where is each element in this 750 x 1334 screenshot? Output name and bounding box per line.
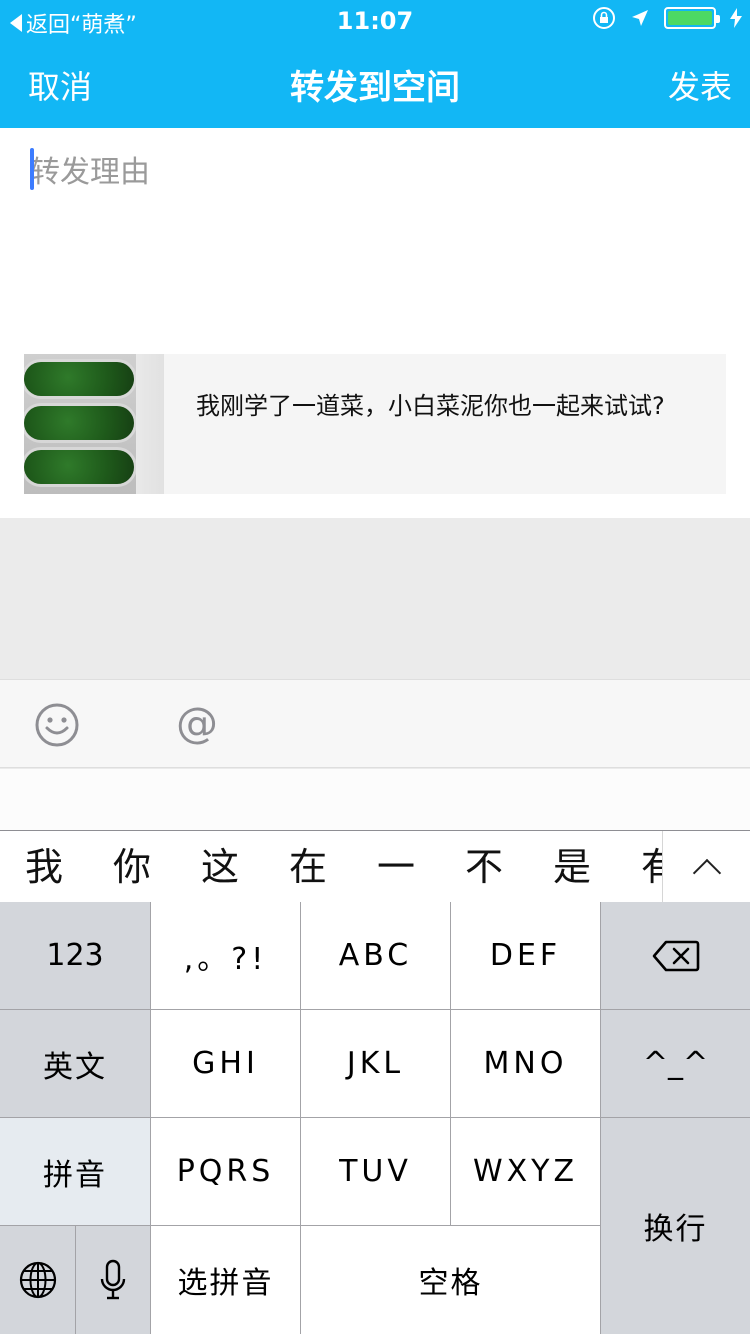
key-select-pinyin[interactable]: 选拼音 bbox=[151, 1226, 300, 1334]
candidate-word[interactable]: 这 bbox=[176, 831, 264, 903]
key-tuv[interactable]: TUV bbox=[301, 1118, 450, 1225]
candidate-word[interactable]: 不 bbox=[440, 831, 528, 903]
key-mno[interactable]: MNO bbox=[451, 1010, 600, 1117]
text-caret bbox=[30, 148, 34, 190]
smiley-icon[interactable] bbox=[34, 702, 80, 748]
key-punctuation[interactable]: ,。?! bbox=[151, 902, 300, 1009]
key-def[interactable]: DEF bbox=[451, 902, 600, 1009]
backspace-icon bbox=[652, 940, 699, 971]
ime-candidate-bar: 我 你 这 在 一 不 是 有 bbox=[0, 830, 750, 903]
publish-button[interactable]: 发表 bbox=[668, 62, 732, 108]
key-jkl[interactable]: JKL bbox=[301, 1010, 450, 1117]
candidate-word[interactable]: 你 bbox=[88, 831, 176, 903]
page-title: 转发到空间 bbox=[290, 68, 460, 108]
status-bar: 返回“萌煮” 11:07 bbox=[0, 0, 750, 40]
return-key[interactable]: 换行 bbox=[601, 1118, 750, 1334]
shared-content-card[interactable]: 我刚学了一道菜，小白菜泥你也一起来试试? bbox=[24, 354, 726, 494]
expand-candidates-button[interactable] bbox=[662, 831, 750, 903]
keyboard-accessory-spacer bbox=[0, 769, 750, 831]
key-pqrs[interactable]: PQRS bbox=[151, 1118, 300, 1225]
backspace-key[interactable] bbox=[601, 902, 750, 1009]
key-pinyin[interactable]: 拼音 bbox=[0, 1118, 150, 1225]
status-icons bbox=[592, 6, 742, 30]
key-wxyz[interactable]: WXYZ bbox=[451, 1118, 600, 1225]
charging-bolt-icon bbox=[730, 8, 742, 28]
candidate-word[interactable]: 是 bbox=[528, 831, 616, 903]
key-abc[interactable]: ABC bbox=[301, 902, 450, 1009]
orientation-lock-icon bbox=[593, 7, 615, 29]
shared-content-text: 我刚学了一道菜，小白菜泥你也一起来试试? bbox=[196, 392, 665, 420]
space-key[interactable]: 空格 bbox=[301, 1226, 600, 1334]
pinyin-keyboard: 123 ,。?! ABC DEF 英文 GHI JKL MNO ^_^ 拼音 P… bbox=[0, 902, 750, 1334]
composer-toolbar: @ bbox=[0, 679, 750, 768]
shared-content-thumbnail bbox=[24, 354, 164, 494]
microphone-icon bbox=[100, 1259, 126, 1300]
candidate-word[interactable]: 一 bbox=[352, 831, 440, 903]
key-ghi[interactable]: GHI bbox=[151, 1010, 300, 1117]
candidate-word[interactable]: 在 bbox=[264, 831, 352, 903]
navigation-bar: 取消 转发到空间 发表 bbox=[0, 40, 750, 128]
chevron-up-icon bbox=[692, 858, 721, 888]
microphone-key[interactable] bbox=[76, 1226, 150, 1334]
top-bar: 返回“萌煮” 11:07 取消 转发到空间 发表 bbox=[0, 0, 750, 128]
key-english[interactable]: 英文 bbox=[0, 1010, 150, 1117]
candidate-word[interactable]: 有 bbox=[616, 831, 662, 903]
key-123[interactable]: 123 bbox=[0, 902, 150, 1009]
key-kaomoji[interactable]: ^_^ bbox=[601, 1010, 750, 1117]
candidate-list: 我 你 这 在 一 不 是 有 bbox=[0, 831, 662, 903]
globe-icon bbox=[19, 1261, 56, 1299]
candidate-word[interactable]: 我 bbox=[0, 831, 88, 903]
battery-icon bbox=[664, 7, 720, 29]
location-arrow-icon bbox=[632, 10, 648, 26]
composer-area: 我刚学了一道菜，小白菜泥你也一起来试试? bbox=[0, 128, 750, 518]
at-icon[interactable]: @ bbox=[176, 698, 218, 748]
forward-reason-input[interactable] bbox=[30, 150, 720, 194]
globe-key[interactable] bbox=[0, 1226, 75, 1334]
